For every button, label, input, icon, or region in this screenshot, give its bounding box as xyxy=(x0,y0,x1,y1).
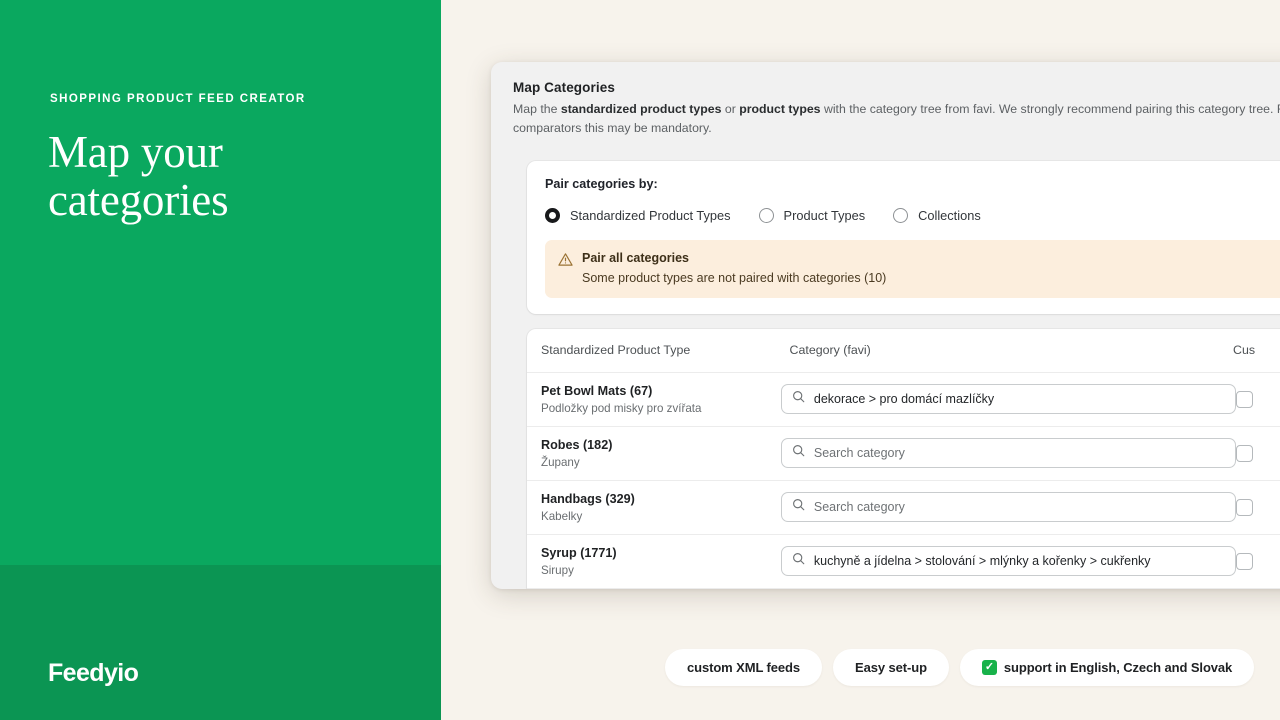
radio-icon-collections[interactable] xyxy=(893,208,908,223)
radio-label-collections: Collections xyxy=(918,208,981,223)
table-row: Syrup (1771) Sirupy kuchyně a jídelna > … xyxy=(527,534,1280,588)
pair-all-categories-warning: Pair all categories Some product types a… xyxy=(545,240,1280,298)
category-search-input[interactable]: Search category xyxy=(781,492,1236,522)
page-root: SHOPPING PRODUCT FEED CREATOR Map your c… xyxy=(0,0,1280,720)
radio-option-collections[interactable]: Collections xyxy=(893,208,981,223)
cell-category: kuchyně a jídelna > stolování > mlýnky a… xyxy=(781,546,1236,576)
cell-product-type: Pet Bowl Mats (67) Podložky pod misky pr… xyxy=(541,384,781,415)
category-search-input[interactable]: kuchyně a jídelna > stolování > mlýnky a… xyxy=(781,546,1236,576)
pair-mode-radio-group: Standardized Product Types Product Types… xyxy=(545,208,1280,223)
pill-custom-xml-feeds: custom XML feeds xyxy=(665,649,822,686)
pill-language-support: ✓ support in English, Czech and Slovak xyxy=(960,649,1254,686)
warning-text-block: Pair all categories Some product types a… xyxy=(582,251,886,285)
cell-category: Search category xyxy=(781,438,1236,468)
column-header-product-type: Standardized Product Type xyxy=(541,343,790,357)
radio-label-product-types: Product Types xyxy=(784,208,866,223)
footer-feature-pills: custom XML feeds Easy set-up ✓ support i… xyxy=(665,649,1254,686)
custom-checkbox[interactable] xyxy=(1236,445,1253,462)
page-title-line-1: Map your xyxy=(48,128,428,176)
category-search-input[interactable]: Search category xyxy=(781,438,1236,468)
green-check-icon: ✓ xyxy=(982,660,997,675)
pill-label: support in English, Czech and Slovak xyxy=(1004,660,1232,675)
left-brand-panel-lower-band xyxy=(0,565,441,720)
product-type-subtitle: Sirupy xyxy=(541,564,773,577)
search-icon xyxy=(792,552,805,570)
pill-easy-set-up: Easy set-up xyxy=(833,649,949,686)
table-row: Handbags (329) Kabelky Search category xyxy=(527,480,1280,534)
brand-logo: Feedyio xyxy=(48,659,138,688)
pill-label: Easy set-up xyxy=(855,660,927,675)
category-search-input[interactable]: dekorace > pro domácí mazlíčky xyxy=(781,384,1236,414)
pair-options-panel: Pair categories by: Standardized Product… xyxy=(527,161,1280,314)
cell-product-type: Handbags (329) Kabelky xyxy=(541,492,781,523)
left-brand-panel xyxy=(0,0,441,720)
column-header-category: Category (favi) xyxy=(790,343,1233,357)
search-icon xyxy=(792,444,805,462)
product-type-name: Pet Bowl Mats (67) xyxy=(541,384,773,398)
product-type-name: Robes (182) xyxy=(541,438,773,452)
table-header-row: Standardized Product Type Category (favi… xyxy=(527,329,1280,372)
cell-custom xyxy=(1236,391,1280,408)
eyebrow-label: SHOPPING PRODUCT FEED CREATOR xyxy=(50,93,410,105)
column-header-custom: Cus xyxy=(1233,343,1280,357)
cell-product-type: Robes (182) Župany xyxy=(541,438,781,469)
product-type-name: Syrup (1771) xyxy=(541,546,773,560)
cell-category: dekorace > pro domácí mazlíčky xyxy=(781,384,1236,414)
category-mapping-table: Standardized Product Type Category (favi… xyxy=(527,329,1280,589)
page-title-line-2: categories xyxy=(48,176,428,224)
card-description-bold-2: product types xyxy=(739,102,820,116)
category-search-placeholder: Search category xyxy=(814,500,905,514)
search-icon xyxy=(792,390,805,408)
custom-checkbox[interactable] xyxy=(1236,499,1253,516)
card-title: Map Categories xyxy=(513,80,1280,95)
app-screenshot-card: Map Categories Map the standardized prod… xyxy=(491,62,1280,589)
radio-label-standardized-product-types: Standardized Product Types xyxy=(570,208,731,223)
product-type-name: Handbags (329) xyxy=(541,492,773,506)
pair-categories-label: Pair categories by: xyxy=(545,177,1280,191)
radio-option-product-types[interactable]: Product Types xyxy=(759,208,866,223)
card-description-bold-1: standardized product types xyxy=(561,102,722,116)
warning-triangle-icon xyxy=(558,252,573,285)
product-type-subtitle: Kabelky xyxy=(541,510,773,523)
cell-product-type: Syrup (1771) Sirupy xyxy=(541,546,781,577)
cell-custom xyxy=(1236,445,1280,462)
table-row: Storage & Entryway Benches (2069) předsí… xyxy=(527,588,1280,589)
pill-label: custom XML feeds xyxy=(687,660,800,675)
page-title: Map your categories xyxy=(48,128,428,224)
product-type-subtitle: Župany xyxy=(541,456,773,469)
card-header: Map Categories Map the standardized prod… xyxy=(491,62,1280,149)
cell-custom xyxy=(1236,499,1280,516)
category-search-placeholder: Search category xyxy=(814,446,905,460)
cell-category: Search category xyxy=(781,492,1236,522)
category-search-value: dekorace > pro domácí mazlíčky xyxy=(814,392,994,406)
radio-icon-standardized-product-types[interactable] xyxy=(545,208,560,223)
table-row: Pet Bowl Mats (67) Podložky pod misky pr… xyxy=(527,372,1280,426)
radio-icon-product-types[interactable] xyxy=(759,208,774,223)
custom-checkbox[interactable] xyxy=(1236,553,1253,570)
card-description-part-1: Map the xyxy=(513,102,561,116)
table-row: Robes (182) Župany Search category xyxy=(527,426,1280,480)
search-icon xyxy=(792,498,805,516)
card-description: Map the standardized product types or pr… xyxy=(513,100,1280,139)
warning-title: Pair all categories xyxy=(582,251,886,265)
warning-subtitle: Some product types are not paired with c… xyxy=(582,271,886,285)
product-type-subtitle: Podložky pod misky pro zvířata xyxy=(541,402,773,415)
cell-custom xyxy=(1236,553,1280,570)
card-description-part-2: or xyxy=(721,102,739,116)
custom-checkbox[interactable] xyxy=(1236,391,1253,408)
category-search-value: kuchyně a jídelna > stolování > mlýnky a… xyxy=(814,554,1151,568)
radio-option-standardized-product-types[interactable]: Standardized Product Types xyxy=(545,208,731,223)
